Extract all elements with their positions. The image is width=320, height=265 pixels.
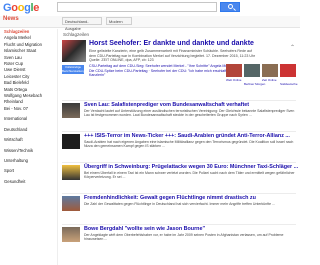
story-snippet: Die Zahl der Gewalttaten gegen Flüchtlin… bbox=[84, 202, 275, 206]
divider bbox=[62, 224, 296, 225]
full-coverage-button[interactable]: Vollständige Berichterstattung bbox=[62, 65, 85, 74]
top-bar: Google bbox=[0, 0, 300, 16]
story-image[interactable] bbox=[62, 227, 80, 242]
story-snippet: Der Verdacht lautet auf Unterstützung ei… bbox=[84, 109, 295, 118]
edition-select[interactable]: Deutschland-Ausgabe bbox=[62, 17, 102, 31]
sidebar-section[interactable]: Gesundheit bbox=[0, 179, 57, 185]
thumbnail-image[interactable] bbox=[244, 64, 260, 77]
featured-story: Vollständige Berichterstattung Horst See… bbox=[62, 40, 298, 98]
story-title[interactable]: Übergriff in Schweinburg: Prügelattacke … bbox=[84, 164, 298, 170]
news-story: Übergriff in Schweinburg: Prügelattacke … bbox=[62, 164, 298, 194]
divider bbox=[62, 193, 296, 194]
news-story: Sven Lau: Salafistenprediger vom Bundesa… bbox=[62, 102, 296, 132]
story-title[interactable]: Bowe Bergdahl "wollte sein wie Jason Bou… bbox=[84, 226, 205, 232]
story-snippet: Saudi-Arabien hat nach eigenen Angaben e… bbox=[84, 140, 294, 149]
story-image[interactable] bbox=[62, 134, 80, 149]
thumbnail-label[interactable]: Welt Online bbox=[226, 78, 241, 82]
story-image[interactable] bbox=[62, 165, 80, 180]
news-story: Bowe Bergdahl "wollte sein wie Jason Bou… bbox=[62, 226, 296, 260]
subheader-bar bbox=[0, 16, 300, 28]
thumbnail-label[interactable]: Berliner Morgen bbox=[244, 82, 265, 86]
story-image[interactable] bbox=[62, 103, 80, 118]
divider bbox=[62, 162, 296, 163]
featured-related-links[interactable]: CSU-Parteitag auf dem CDU-Sieg: Seehofer… bbox=[89, 64, 239, 78]
story-image[interactable] bbox=[62, 196, 80, 211]
news-story: +++ ISIS-Terror im News-Ticker +++: Saud… bbox=[62, 133, 296, 163]
logo-letter: e bbox=[33, 2, 40, 14]
section-title: News bbox=[3, 16, 19, 22]
search-input[interactable] bbox=[57, 2, 217, 12]
search-button[interactable] bbox=[220, 2, 240, 12]
featured-title[interactable]: Horst Seehofer: Er dankte und dankte und… bbox=[89, 40, 254, 47]
divider bbox=[62, 131, 296, 132]
featured-image[interactable] bbox=[62, 40, 86, 62]
thumbnail-image[interactable] bbox=[280, 64, 296, 77]
featured-thumbnails: Welt Online Berliner Morgen Zeit Online … bbox=[226, 64, 298, 96]
search-icon bbox=[228, 4, 233, 9]
thumbnail-image[interactable] bbox=[226, 64, 242, 77]
thumbnail-label[interactable]: Süddeutsche bbox=[280, 82, 298, 86]
view-select[interactable]: Modern bbox=[106, 17, 132, 25]
story-title[interactable]: Sven Lau: Salafistenprediger vom Bundesa… bbox=[84, 102, 249, 108]
news-story: Fremdenhindlichkeit: Gewalt gegen Flücht… bbox=[62, 195, 296, 225]
google-logo[interactable]: Google bbox=[3, 2, 39, 14]
story-title[interactable]: +++ ISIS-Terror im News-Ticker +++: Saud… bbox=[84, 133, 290, 139]
main-section-label: Schlagzeilen bbox=[63, 32, 90, 37]
divider bbox=[62, 100, 296, 101]
story-snippet: Der Angeklagte wirft dem Oberbefehlshabe… bbox=[84, 233, 284, 242]
featured-snippet: Eine gelistelte Kanzlerin, eine gelb Zus… bbox=[89, 49, 256, 63]
collapse-icon[interactable]: ⌃ bbox=[290, 44, 295, 51]
story-title[interactable]: Fremdenhindlichkeit: Gewalt gegen Flücht… bbox=[84, 195, 256, 201]
sidebar: Schlagzeilen Angela Merkel Flucht und Mi… bbox=[0, 29, 58, 265]
thumbnail-label[interactable]: Zeit Online bbox=[262, 78, 277, 82]
thumbnail-image[interactable] bbox=[262, 64, 278, 77]
story-snippet: Bei einem Überfall in einem Taxi ist ein… bbox=[84, 171, 295, 180]
